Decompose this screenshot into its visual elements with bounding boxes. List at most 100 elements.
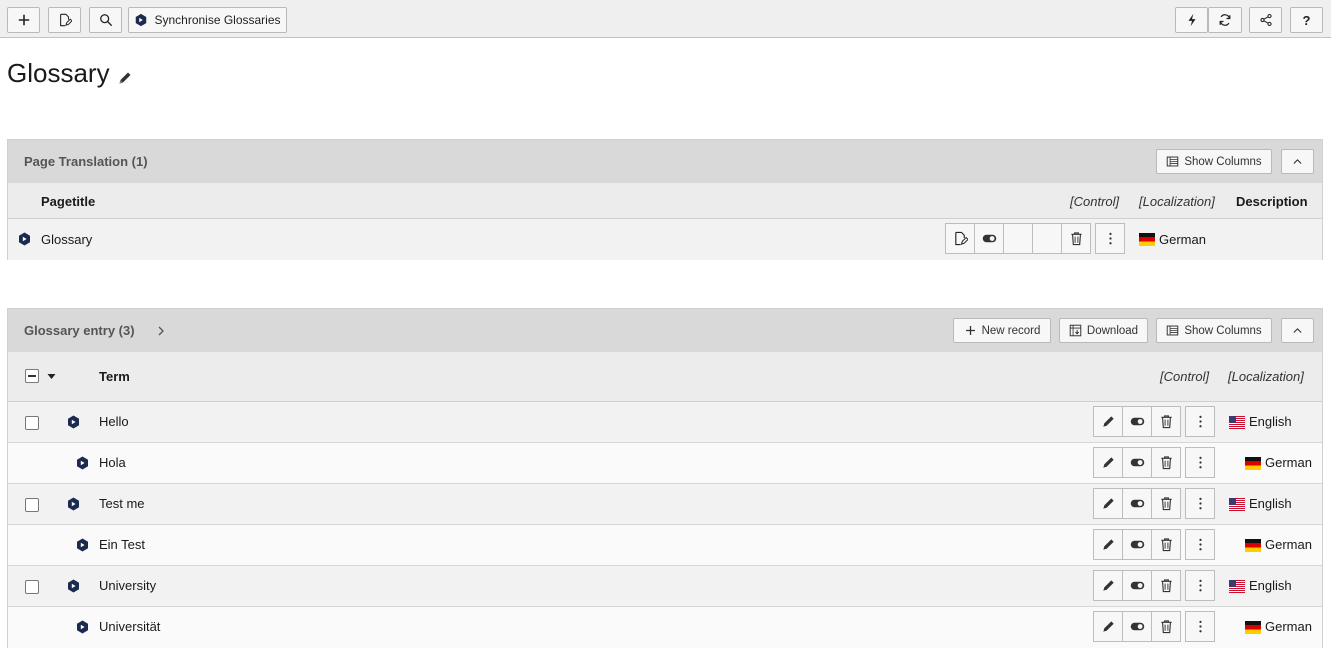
more-vertical-icon [1198, 456, 1202, 469]
pencil-icon [1102, 498, 1114, 509]
collapse-button[interactable] [1281, 318, 1314, 343]
search-button[interactable] [89, 7, 122, 33]
more-actions-button[interactable] [1185, 570, 1215, 601]
caret-down-icon[interactable] [47, 373, 56, 380]
row-checkbox[interactable] [25, 580, 39, 594]
select-all-checkbox[interactable] [25, 369, 39, 383]
toggle-visibility-button[interactable] [1122, 406, 1152, 437]
toggle-visibility-button[interactable] [1122, 611, 1152, 642]
column-header-row: Pagetitle [Control] [Localization] Descr… [8, 183, 1322, 219]
row-checkbox[interactable] [25, 498, 39, 512]
delete-button[interactable] [1151, 406, 1181, 437]
pencil-icon [1102, 416, 1114, 427]
page-record-icon[interactable] [18, 232, 31, 246]
toggle-visibility-button[interactable] [974, 223, 1004, 254]
row-checkbox[interactable] [25, 416, 39, 430]
glossary-record-icon[interactable] [67, 497, 80, 511]
toggle-icon [1130, 540, 1144, 549]
toggle-visibility-button[interactable] [1122, 529, 1152, 560]
download-button[interactable]: Download [1059, 318, 1148, 343]
row-term[interactable]: University [99, 578, 156, 593]
toggle-visibility-button[interactable] [1122, 570, 1152, 601]
pencil-icon[interactable] [117, 70, 133, 86]
chevron-right-icon[interactable] [156, 325, 166, 337]
synchronise-glossaries-button[interactable]: Synchronise Glossaries [128, 7, 287, 33]
trash-icon [1070, 232, 1082, 246]
show-columns-button[interactable]: Show Columns [1156, 149, 1272, 174]
glossary-record-icon [136, 13, 147, 27]
glossary-entry-title[interactable]: Glossary entry (3) [24, 323, 135, 338]
edit-button[interactable] [945, 223, 975, 254]
more-actions-button[interactable] [1095, 223, 1125, 254]
flag-de-icon [1139, 233, 1155, 246]
more-actions-button[interactable] [1185, 447, 1215, 478]
refresh-icon [1219, 14, 1231, 26]
new-record-button[interactable]: New record [953, 318, 1051, 343]
row-term[interactable]: Test me [99, 496, 145, 511]
edit-button[interactable] [1093, 529, 1123, 560]
show-columns-button[interactable]: Show Columns [1156, 318, 1272, 343]
glossary-record-icon[interactable] [67, 415, 80, 429]
edit-button[interactable] [1093, 611, 1123, 642]
flag-us-icon [1229, 498, 1245, 511]
delete-button[interactable] [1151, 529, 1181, 560]
docheader-toolbar: Synchronise Glossaries ? [0, 0, 1331, 38]
column-description[interactable]: Description [1236, 194, 1308, 209]
clear-cache-button[interactable] [1175, 7, 1208, 33]
help-label: ? [1302, 12, 1311, 28]
pencil-icon [1102, 457, 1114, 468]
share-button[interactable] [1249, 7, 1282, 33]
edit-button[interactable] [1093, 447, 1123, 478]
toggle-visibility-button[interactable] [1122, 447, 1152, 478]
edit-button[interactable] [1093, 488, 1123, 519]
table-row: Glossary German [8, 219, 1322, 260]
delete-button[interactable] [1061, 223, 1091, 254]
more-actions-button[interactable] [1185, 611, 1215, 642]
delete-button[interactable] [1151, 488, 1181, 519]
reload-button[interactable] [1208, 7, 1242, 33]
delete-button[interactable] [1151, 447, 1181, 478]
collapse-button[interactable] [1281, 149, 1314, 174]
column-pagetitle[interactable]: Pagetitle [41, 194, 95, 209]
more-actions-button[interactable] [1185, 406, 1215, 437]
toggle-icon [982, 234, 996, 243]
glossary-record-icon[interactable] [67, 579, 80, 593]
table-row: Test me English [8, 484, 1322, 525]
page-translation-panel: Page Translation (1) Show Columns Pageti… [7, 139, 1323, 260]
page-translation-title[interactable]: Page Translation (1) [24, 154, 148, 169]
page-translation-header: Page Translation (1) Show Columns [8, 140, 1322, 183]
glossary-record-icon[interactable] [76, 456, 89, 470]
column-localization: [Localization] [1139, 194, 1215, 209]
help-button[interactable]: ? [1290, 7, 1323, 33]
delete-button[interactable] [1151, 611, 1181, 642]
new-button[interactable] [7, 7, 40, 33]
glossary-entry-panel: Glossary entry (3) New record Download S… [7, 308, 1323, 648]
glossary-record-icon[interactable] [76, 538, 89, 552]
row-title[interactable]: Glossary [41, 232, 92, 247]
flag-de-icon [1245, 457, 1261, 470]
delete-button[interactable] [1151, 570, 1181, 601]
download-label: Download [1086, 324, 1139, 337]
share-icon [1259, 13, 1272, 27]
toggle-icon [1130, 499, 1144, 508]
columns-icon [1167, 325, 1179, 336]
toggle-visibility-button[interactable] [1122, 488, 1152, 519]
download-icon [1069, 324, 1082, 337]
row-term[interactable]: Ein Test [99, 537, 145, 552]
edit-button[interactable] [1093, 406, 1123, 437]
glossary-record-icon[interactable] [76, 620, 89, 634]
more-actions-button[interactable] [1185, 488, 1215, 519]
edit-button[interactable] [1093, 570, 1123, 601]
row-term[interactable]: Hola [99, 455, 126, 470]
edit-page-button[interactable] [48, 7, 81, 33]
column-control: [Control] [1070, 194, 1120, 209]
table-row: University English [8, 566, 1322, 607]
plus-icon [965, 326, 975, 335]
more-vertical-icon [1198, 497, 1202, 510]
column-term[interactable]: Term [99, 369, 130, 384]
more-actions-button[interactable] [1185, 529, 1215, 560]
empty-action-slot [1032, 223, 1062, 254]
row-term[interactable]: Hello [99, 414, 129, 429]
more-vertical-icon [1108, 232, 1112, 245]
row-term[interactable]: Universität [99, 619, 160, 634]
